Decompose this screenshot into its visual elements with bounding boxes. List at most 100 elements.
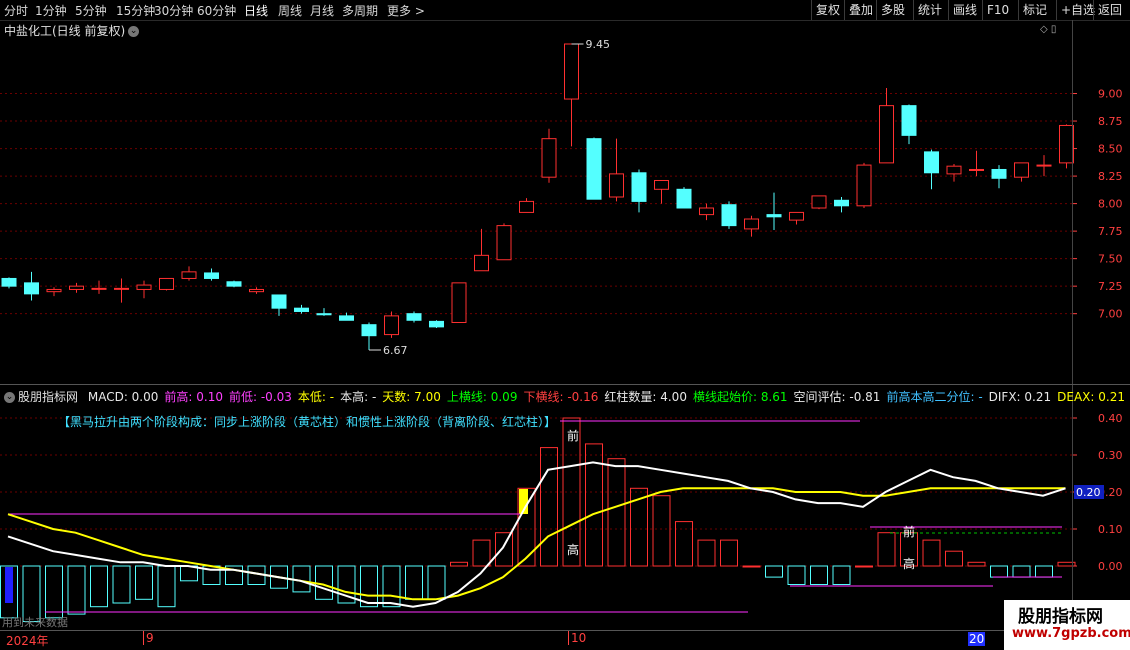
indicator-field: 前高: 0.10 — [164, 390, 223, 404]
candle-up — [46, 288, 62, 293]
y-tick-label: 8.50 — [1098, 143, 1123, 156]
indicator-field-key: 本高: — [340, 390, 372, 404]
candle-down — [429, 320, 444, 328]
indicator-field-value: 4.00 — [660, 390, 687, 404]
candle-down — [339, 315, 354, 321]
indicator-field: 本低: - — [298, 390, 334, 404]
indicator-name[interactable]: 股朋指标网 — [18, 390, 78, 404]
indicator-field-value: 0.09 — [490, 390, 518, 404]
macd-bar — [945, 550, 963, 567]
candle-down — [1, 277, 17, 287]
macd-bar — [315, 565, 333, 600]
candle-down — [631, 172, 647, 202]
candle-up — [91, 287, 107, 290]
candle-up — [159, 277, 174, 290]
macd-bar — [877, 532, 896, 567]
macd-bar — [382, 565, 401, 608]
candle-up — [519, 200, 534, 213]
indicator-note: 【黑马拉升由两个阶段构成：同步上涨阶段（黄芯柱）和惯性上涨阶段（背离阶段、红芯柱… — [58, 414, 556, 429]
indicator-field-value: 0.00 — [131, 390, 159, 404]
indicator-field-key: 下横线: — [523, 390, 568, 404]
indicator-field-key: 前低: — [228, 390, 261, 404]
indicator-field: DIFX: 0.21 — [989, 390, 1051, 404]
current-value-label: 0.20 — [1076, 486, 1101, 499]
macd-bar — [1012, 565, 1031, 578]
y-tick-label: 7.00 — [1098, 308, 1123, 321]
candle-up — [744, 218, 759, 230]
candle-down — [204, 272, 219, 279]
y-tick-label: 0.40 — [1098, 412, 1123, 425]
indicator-field-key: MACD: — [87, 390, 132, 404]
macd-bar — [1035, 565, 1053, 578]
macd-bar — [540, 447, 558, 567]
indicator-field: 红柱数量: 4.00 — [604, 390, 687, 404]
candle-up — [879, 105, 894, 164]
macd-bar — [832, 565, 851, 585]
indicator-field-key: 前高本高二分位: — [886, 390, 979, 404]
y-tick-label: 8.25 — [1098, 170, 1123, 183]
indicator-field-key: 空间评估: — [793, 390, 850, 404]
macd-bar — [292, 565, 311, 593]
indicator-field: DEAX: 0.21 — [1057, 390, 1125, 404]
blue-core-bar — [5, 567, 13, 603]
indicator-field-value: -0.81 — [849, 390, 881, 404]
macd-bar — [45, 565, 63, 619]
high-label: 9.45 — [586, 38, 611, 51]
watermark-title: 股朋指标网 — [1018, 607, 1103, 627]
macd-bar — [112, 565, 131, 604]
macd-bar — [922, 539, 941, 567]
candle-up — [1036, 164, 1052, 167]
indicator-field-value: 0.21 — [1098, 390, 1125, 404]
indicator-field-value: - — [371, 390, 377, 404]
indicator-field: 前低: -0.03 — [229, 390, 292, 404]
y-tick-label: 7.25 — [1098, 280, 1123, 293]
y-tick-label: 8.75 — [1098, 115, 1123, 128]
macd-bar — [990, 565, 1008, 578]
candle-down — [676, 188, 692, 209]
date-label: 2024年 — [6, 634, 49, 648]
macd-bar — [405, 565, 423, 600]
date-label: 10 — [568, 631, 586, 645]
axis-divider — [1072, 20, 1073, 630]
candle-up — [136, 284, 152, 290]
indicator-field-key: 天数: — [382, 390, 415, 404]
indicator-field-key: DIFX: — [988, 390, 1025, 404]
y-tick-label: 7.75 — [1098, 225, 1123, 238]
candle-down — [901, 105, 917, 136]
candle-up — [541, 138, 557, 178]
candle-down — [226, 281, 242, 287]
indicator-field-value: -0.03 — [260, 390, 292, 404]
chevron-down-icon[interactable]: ⌄ — [4, 392, 15, 403]
macd-bar — [675, 521, 693, 567]
marker-label-qian: 前 — [567, 428, 579, 443]
macd-bars — [0, 417, 1076, 622]
candle-up — [856, 164, 872, 207]
indicator-field: 空间评估: -0.81 — [794, 390, 881, 404]
macd-bar — [427, 565, 446, 600]
pane-divider[interactable] — [0, 384, 1130, 385]
macd-bar — [765, 565, 783, 578]
macd-bar — [855, 565, 873, 568]
macd-bar — [967, 561, 986, 567]
date-axis: 2024年 9 10 20 — [0, 631, 1130, 650]
candle-up — [496, 225, 512, 261]
low-label: 6.67 — [383, 344, 408, 357]
chart-canvas[interactable]: 9.45 6.67 9.00 8.75 8.50 8.25 8.00 7.75 7.50 7.2… — [0, 0, 1130, 650]
indicator-header: ⌄ 股朋指标网 MACD: 0.00 前高: 0.10 前低: -0.03 本低: -本… — [4, 388, 1130, 405]
macd-bar — [720, 539, 738, 567]
price-candles: 9.45 6.67 — [1, 38, 1074, 357]
marker-label-gao: 高 — [903, 556, 915, 571]
macd-bar — [472, 539, 491, 567]
indicator-field: 本高: - — [340, 390, 376, 404]
indicator-field-key: 本低: — [297, 390, 330, 404]
candle-down — [406, 313, 422, 321]
candle-down — [721, 204, 737, 227]
y-tick-label: 8.00 — [1098, 198, 1123, 211]
y-tick-label: 0.30 — [1098, 449, 1123, 462]
date-label: 9 — [143, 631, 154, 645]
dea-line — [7, 487, 1066, 601]
watermark-url: www.7gpzb.com — [1012, 626, 1130, 641]
indicator-field: 下横线: -0.16 — [523, 390, 598, 404]
marker-label-gao: 高 — [567, 542, 579, 557]
indicator-field-value: 0.21 — [1024, 390, 1052, 404]
